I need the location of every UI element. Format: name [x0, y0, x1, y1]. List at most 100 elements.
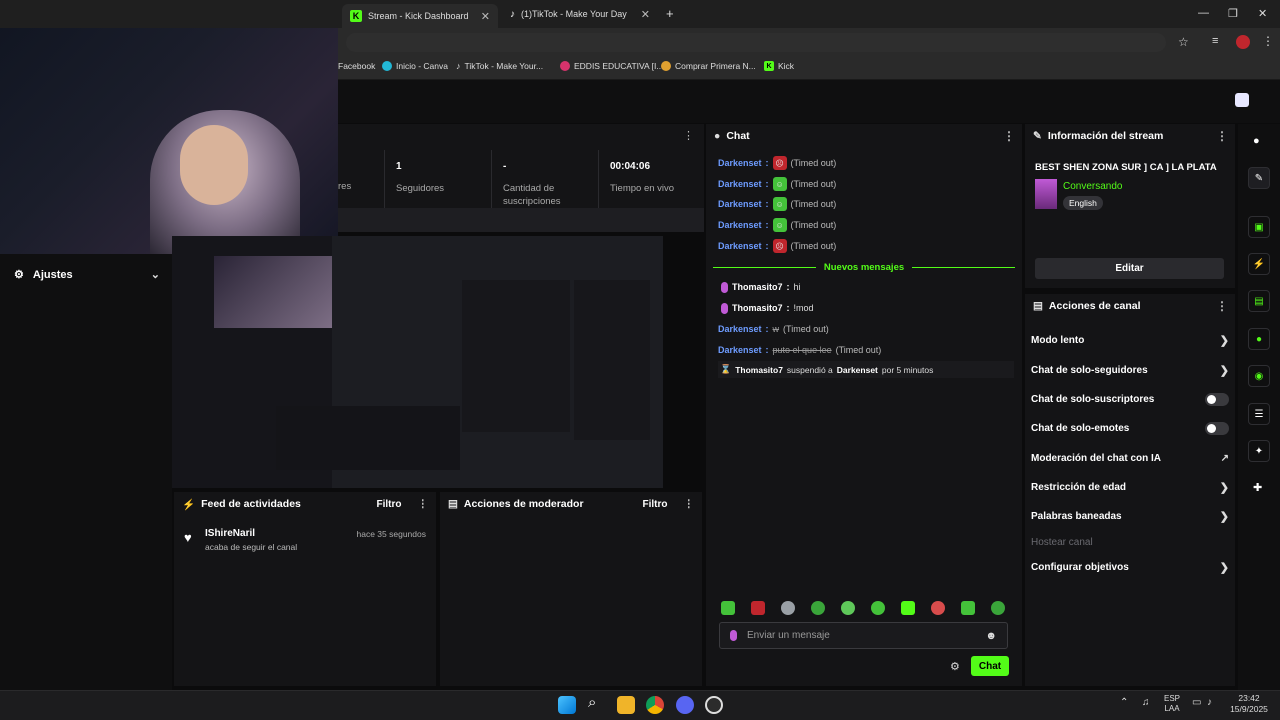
close-tab-icon[interactable]: ✕: [481, 10, 490, 23]
bookmark-tiktok[interactable]: ♪ TikTok - Make Your...: [456, 61, 543, 71]
edit-stream-button[interactable]: Editar: [1035, 258, 1224, 279]
action-configure-goals[interactable]: Configurar objetivos ❯: [1031, 557, 1229, 577]
ajustes-label: Ajustes: [32, 268, 73, 281]
feed-user: IShireNaril: [205, 528, 256, 539]
send-chat-button[interactable]: Chat: [971, 656, 1009, 676]
stream-info-menu-icon[interactable]: ⋮: [1216, 129, 1228, 143]
feed-menu-icon[interactable]: ⋮: [418, 498, 429, 510]
moderator-filter-button[interactable]: Filtro: [643, 499, 668, 510]
chat-input[interactable]: Enviar un mensaje ☻: [719, 622, 1008, 649]
emoji-picker-icon[interactable]: ☻: [985, 630, 997, 642]
channel-actions-title: Acciones de canal: [1048, 300, 1141, 312]
action-followers-only[interactable]: Chat de solo-seguidores ❯: [1031, 360, 1229, 380]
category-link[interactable]: Conversando: [1063, 181, 1122, 192]
new-tab-button[interactable]: +: [666, 6, 674, 21]
bookmark-comprar[interactable]: Comprar Primera N...: [661, 61, 756, 71]
emote-button[interactable]: [841, 601, 855, 615]
action-banned-words[interactable]: Palabras baneadas ❯: [1031, 506, 1229, 526]
channel-actions-menu-icon[interactable]: ⋮: [1216, 299, 1228, 313]
maximize-icon[interactable]: ❐: [1228, 7, 1238, 20]
chevron-right-icon: ❯: [1219, 364, 1229, 377]
list-icon[interactable]: ☰: [1248, 403, 1270, 425]
chat-bubble-icon: ●: [714, 130, 721, 142]
smile-emote-icon: ☺: [772, 197, 787, 211]
bookmark-canva[interactable]: Inicio - Canva: [382, 61, 448, 71]
angry-emote-icon: ☹: [772, 156, 787, 170]
hourglass-icon: ⌛: [720, 364, 732, 374]
network-icon[interactable]: ▭: [1192, 697, 1201, 708]
tab-kick-dashboard[interactable]: K Stream - Kick Dashboard ✕: [342, 4, 498, 28]
chevron-right-icon: ❯: [1219, 481, 1229, 494]
emote-button[interactable]: [901, 601, 915, 615]
moderator-title: Acciones de moderador: [463, 498, 584, 510]
tab-title: Stream - Kick Dashboard: [368, 11, 469, 21]
emote-button[interactable]: [781, 601, 795, 615]
start-menu-icon[interactable]: [558, 696, 576, 714]
emote-button[interactable]: [871, 601, 885, 615]
tray-chevron-icon[interactable]: ⌃: [1120, 697, 1128, 708]
close-tab-icon[interactable]: ✕: [641, 8, 650, 21]
bookmark-eddis[interactable]: EDDIS EDUCATIVA [I...: [560, 61, 663, 71]
ajustes-menu[interactable]: ⚙ Ajustes ⌄: [14, 268, 160, 282]
heart-icon: ♥: [184, 530, 192, 545]
smile-emote-icon: ☺: [772, 218, 787, 232]
feed-time: hace 35 segundos: [356, 529, 426, 539]
emote-button[interactable]: [961, 601, 975, 615]
action-subscribers-only[interactable]: Chat de solo-suscriptores: [1031, 389, 1229, 409]
clock[interactable]: 23:42 15/9/2025: [1226, 693, 1272, 715]
minimize-icon[interactable]: —: [1198, 7, 1209, 19]
emote-button[interactable]: [811, 601, 825, 615]
action-slow-mode[interactable]: Modo lento ❯: [1031, 330, 1229, 350]
search-icon[interactable]: ⌕: [588, 694, 596, 711]
chevron-right-icon: ❯: [1219, 510, 1229, 523]
chat-rail-icon[interactable]: ●: [1248, 328, 1270, 350]
emote-button[interactable]: [931, 601, 945, 615]
emote-button[interactable]: [991, 601, 1005, 615]
emotes-only-toggle[interactable]: [1205, 421, 1229, 435]
chat-menu-icon[interactable]: ⋮: [1003, 129, 1015, 143]
file-explorer-icon[interactable]: [617, 696, 635, 714]
wrench-icon[interactable]: ✦: [1248, 440, 1270, 462]
external-link-icon: ↗: [1220, 452, 1229, 464]
close-window-icon[interactable]: ✕: [1258, 7, 1267, 20]
add-widget-icon[interactable]: ✚: [1253, 481, 1262, 494]
info-icon[interactable]: ●: [1253, 135, 1260, 147]
obs-icon[interactable]: [705, 696, 723, 714]
media-control-icon[interactable]: ≡: [1212, 35, 1218, 47]
bookmark-facebook[interactable]: Facebook: [338, 61, 375, 71]
browser-menu-icon[interactable]: ⋮: [1262, 34, 1274, 48]
emote-button[interactable]: [751, 601, 765, 615]
url-field[interactable]: [346, 33, 1166, 52]
angry-emote-icon: ☹: [772, 239, 787, 253]
profile-avatar[interactable]: [1236, 35, 1250, 49]
shop-icon: [661, 61, 671, 71]
language-badge: English: [1063, 196, 1103, 210]
moderator-menu-icon[interactable]: ⋮: [684, 498, 695, 510]
tab-tiktok[interactable]: ♪ (1)TikTok - Make Your Day ✕: [502, 4, 658, 24]
clipboard-icon[interactable]: ▤: [1248, 290, 1270, 312]
action-emotes-only[interactable]: Chat de solo-emotes: [1031, 418, 1229, 438]
lightning-rail-icon[interactable]: ⚡: [1248, 253, 1270, 275]
bookmark-star-icon[interactable]: ☆: [1178, 35, 1189, 49]
stats-menu-icon[interactable]: ⋮: [683, 129, 694, 142]
microphone-icon[interactable]: ♫: [1142, 697, 1150, 708]
volume-icon[interactable]: ♪: [1207, 697, 1212, 708]
language-indicator[interactable]: ESP LAA: [1164, 694, 1180, 714]
edit-icon[interactable]: ✎: [1248, 167, 1270, 189]
action-age-restriction[interactable]: Restricción de edad ❯: [1031, 477, 1229, 497]
chat-settings-icon[interactable]: ⚙: [950, 660, 960, 673]
emote-button[interactable]: [721, 601, 735, 615]
tab-title: (1)TikTok - Make Your Day: [521, 9, 627, 19]
chrome-icon[interactable]: [646, 696, 664, 714]
feed-filter-button[interactable]: Filtro: [377, 499, 402, 510]
discord-icon[interactable]: [676, 696, 694, 714]
chat-message: Darkenset: ☹ (Timed out): [718, 239, 837, 253]
broadcast-icon[interactable]: ◉: [1248, 365, 1270, 387]
stat-partial: res: [338, 181, 352, 192]
chat-message: Darkenset: ☺ (Timed out): [718, 177, 837, 191]
action-ai-moderation[interactable]: Moderación del chat con IA ↗: [1031, 448, 1229, 468]
camera-icon[interactable]: ▣: [1248, 216, 1270, 238]
subscribers-only-toggle[interactable]: [1205, 392, 1229, 406]
new-messages-divider[interactable]: Nuevos mensajes: [713, 260, 1016, 274]
bookmark-kick[interactable]: K Kick: [764, 61, 794, 71]
